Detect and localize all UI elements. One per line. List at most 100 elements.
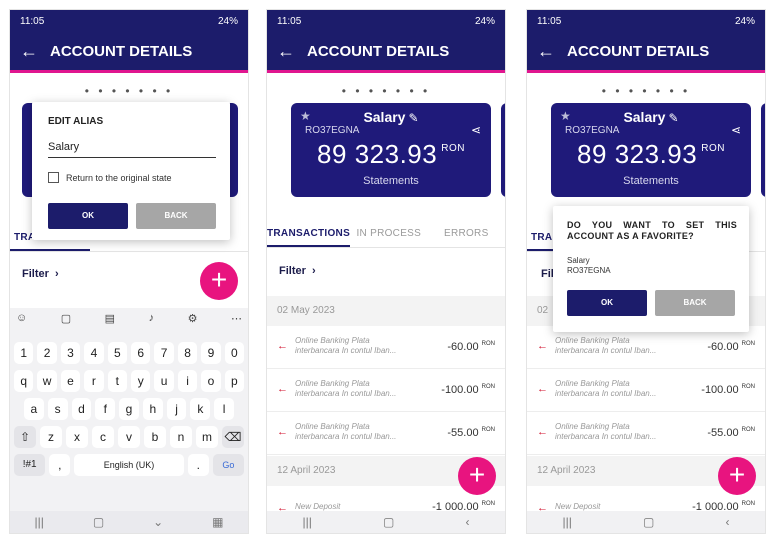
key[interactable]: n <box>170 426 192 448</box>
keyboard-switch-icon[interactable]: ▦ <box>212 515 223 529</box>
key[interactable]: 6 <box>131 342 151 364</box>
back-button[interactable]: BACK <box>136 203 216 229</box>
key[interactable]: f <box>95 398 116 420</box>
pencil-icon[interactable]: ✎ <box>408 111 418 125</box>
transaction-row[interactable]: ← Online Banking Plata interbancara In con… <box>267 369 505 412</box>
home-icon[interactable]: ▢ <box>93 515 104 529</box>
period-key[interactable]: . <box>187 454 209 476</box>
transaction-row[interactable]: ← Online Banking Plata interbancara In con… <box>527 369 765 412</box>
account-name: Salary <box>623 109 666 125</box>
carousel-dots[interactable]: • • • • • • • <box>267 84 505 98</box>
key[interactable]: b <box>144 426 166 448</box>
key[interactable]: c <box>92 426 114 448</box>
add-fab-button[interactable]: + <box>458 457 496 495</box>
home-icon[interactable]: ▢ <box>383 515 394 529</box>
add-fab-button[interactable]: + <box>200 262 238 300</box>
transaction-row[interactable]: ← Online Banking Plata interbancara In con… <box>267 412 505 455</box>
key[interactable]: h <box>142 398 163 420</box>
key[interactable]: x <box>66 426 88 448</box>
backspace-key-icon[interactable]: ⌫ <box>222 426 244 448</box>
key[interactable]: i <box>177 370 198 392</box>
key[interactable]: 9 <box>201 342 221 364</box>
statements-link[interactable]: Statements <box>551 175 751 187</box>
recents-icon[interactable]: ||| <box>563 515 572 529</box>
transaction-row[interactable]: ← Online Banking Plata interbancara In con… <box>267 326 505 369</box>
transaction-row[interactable]: ← Online Banking Plata interbancara In con… <box>527 326 765 369</box>
emoji-icon[interactable]: ☺ <box>16 312 27 325</box>
key[interactable]: 4 <box>84 342 104 364</box>
key[interactable]: 1 <box>14 342 34 364</box>
account-card[interactable]: ★ Salary ✎ RO37EGNA ⋖ 89 323.93 RON Statem… <box>291 103 491 197</box>
tab-in-process[interactable]: IN PROCESS <box>350 220 427 247</box>
settings-icon[interactable]: ⚙ <box>188 312 198 325</box>
ok-button[interactable]: OK <box>48 203 128 229</box>
clipboard-icon[interactable]: ▢ <box>61 312 71 325</box>
ok-button[interactable]: OK <box>567 290 647 316</box>
key[interactable]: j <box>166 398 187 420</box>
home-icon[interactable]: ▢ <box>643 515 654 529</box>
share-icon[interactable]: ⋖ <box>731 123 741 137</box>
key[interactable]: p <box>224 370 245 392</box>
back-arrow-icon[interactable]: ← <box>537 41 555 62</box>
share-icon[interactable]: ⋖ <box>471 123 481 137</box>
key[interactable]: 8 <box>177 342 198 364</box>
key[interactable]: o <box>201 370 221 392</box>
battery-level: 24% <box>474 15 495 27</box>
symbols-key[interactable]: !#1 <box>14 454 46 476</box>
add-fab-button[interactable]: + <box>718 457 756 495</box>
shift-key-icon[interactable]: ⇧ <box>14 426 36 448</box>
next-account-card[interactable] <box>501 103 505 197</box>
filter-button[interactable]: Filter › <box>22 268 59 280</box>
key[interactable]: s <box>47 398 68 420</box>
back-arrow-icon[interactable]: ← <box>277 41 295 62</box>
hide-keyboard-icon[interactable]: ⌄ <box>153 515 163 529</box>
tab-transactions[interactable]: TRANSACTIONS <box>267 220 351 247</box>
status-time: 11:05 <box>537 15 562 27</box>
key[interactable]: t <box>107 370 128 392</box>
key[interactable]: e <box>60 370 81 392</box>
key[interactable]: g <box>119 398 139 420</box>
key[interactable]: z <box>40 426 62 448</box>
key[interactable]: 2 <box>37 342 57 364</box>
key[interactable]: d <box>71 398 92 420</box>
next-account-card[interactable] <box>761 103 765 197</box>
filter-button[interactable]: Filter › <box>279 265 316 277</box>
tab-errors[interactable]: ERRORS <box>428 220 505 247</box>
alias-input[interactable]: Salary <box>48 138 216 158</box>
back-arrow-icon[interactable]: ← <box>20 41 38 62</box>
key[interactable]: a <box>24 398 44 420</box>
key[interactable]: w <box>37 370 57 392</box>
key[interactable]: 5 <box>107 342 128 364</box>
keyboard-icon[interactable]: ▤ <box>105 312 115 325</box>
account-card[interactable]: ★ Salary ✎ RO37EGNA ⋖ 89 323.93 RON Statem… <box>551 103 751 197</box>
mic-icon[interactable]: ♪ <box>149 312 155 325</box>
key[interactable]: 7 <box>154 342 174 364</box>
restore-checkbox[interactable] <box>48 172 59 183</box>
space-key[interactable]: English (UK) <box>74 454 184 476</box>
key[interactable]: v <box>118 426 140 448</box>
back-nav-icon[interactable]: ‹ <box>725 515 729 529</box>
filter-button[interactable]: Fil <box>541 268 554 280</box>
more-icon[interactable]: ⋯ <box>231 312 242 325</box>
pencil-icon[interactable]: ✎ <box>668 111 678 125</box>
key[interactable]: 0 <box>224 342 245 364</box>
key[interactable]: y <box>131 370 151 392</box>
back-button[interactable]: BACK <box>655 290 735 316</box>
key[interactable]: q <box>14 370 34 392</box>
recents-icon[interactable]: ||| <box>34 515 43 529</box>
key[interactable]: 3 <box>60 342 81 364</box>
key[interactable]: r <box>84 370 104 392</box>
go-key[interactable]: Go <box>212 454 244 476</box>
key[interactable]: m <box>196 426 218 448</box>
system-nav-bar: ||| ▢ ⌄ ▦ <box>10 511 248 533</box>
carousel-dots[interactable]: • • • • • • • <box>10 84 248 98</box>
comma-key[interactable]: , <box>49 454 71 476</box>
statements-link[interactable]: Statements <box>291 175 491 187</box>
transaction-row[interactable]: ← Online Banking Plata interbancara In con… <box>527 412 765 455</box>
key[interactable]: k <box>190 398 211 420</box>
recents-icon[interactable]: ||| <box>303 515 312 529</box>
carousel-dots[interactable]: • • • • • • • <box>527 84 765 98</box>
key[interactable]: u <box>154 370 174 392</box>
back-nav-icon[interactable]: ‹ <box>465 515 469 529</box>
key[interactable]: l <box>214 398 235 420</box>
